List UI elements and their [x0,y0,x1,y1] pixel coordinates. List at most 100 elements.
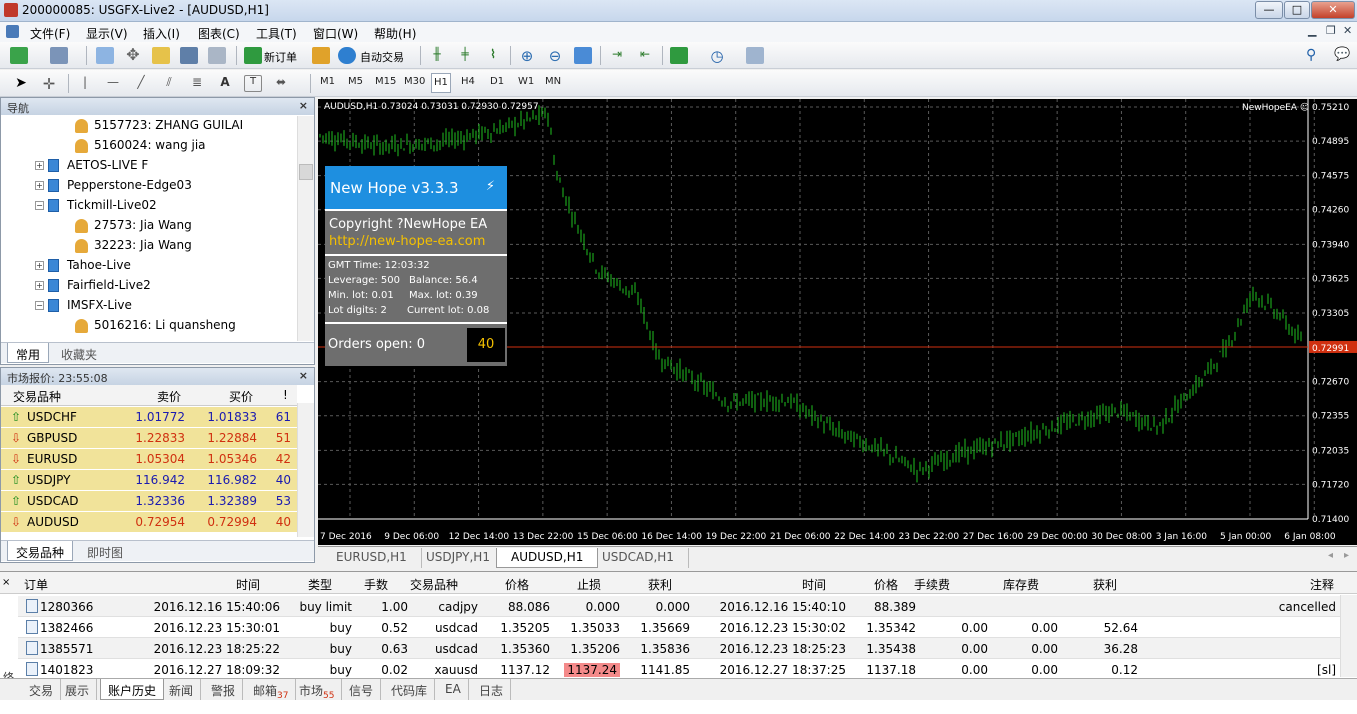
close-icon[interactable]: × [299,369,308,382]
nav-server-item[interactable]: + Pepperstone-Edge03 [35,175,192,195]
text-label-icon[interactable]: T [244,75,262,92]
quote-row[interactable]: ⇧ USDCAD 1.32336 1.32389 53 [1,491,297,512]
col-symbol[interactable]: 交易品种 [410,576,458,593]
close-icon[interactable]: × [2,577,10,588]
mdi-close-icon[interactable]: ✕ [1343,24,1352,37]
col-tp[interactable]: 获利 [648,576,672,593]
terminal-tab[interactable]: EA [438,679,469,700]
tf-h4[interactable]: H4 [461,76,475,87]
menu-tools[interactable]: 工具(T) [256,25,297,42]
menu-window[interactable]: 窗口(W) [313,25,358,42]
nav-account-item[interactable]: 5157723: ZHANG GUILAI [75,115,243,135]
mdi-min-icon[interactable]: ▁ [1308,24,1316,37]
auto-trading-icon[interactable] [338,47,356,64]
text-icon[interactable]: A [216,75,234,92]
col-profit[interactable]: 获利 [1093,576,1117,593]
history-row[interactable]: 1382466 2016.12.23 15:30:01 buy 0.52 usdcad 1… [18,617,1340,638]
nav-server-item[interactable]: + Fairfield-Live2 [35,275,151,295]
tf-m5[interactable]: M5 [348,76,363,87]
horizontal-line-icon[interactable]: — [104,75,122,92]
chart-tab-eurusd[interactable]: EURUSD,H1 [322,548,422,568]
collapse-icon[interactable]: − [35,301,44,310]
zoom-out-icon[interactable]: ⊖ [546,47,564,65]
col-open-time[interactable]: 时间 [236,576,260,593]
nav-server-item[interactable]: + AETOS-LIVE F [35,155,148,175]
navigator-scrollbar[interactable] [297,116,314,341]
maximize-button[interactable]: □ [1284,1,1310,19]
nav-server-item[interactable]: + Tahoe-Live [35,255,131,275]
expand-icon[interactable]: + [35,281,44,290]
search-icon[interactable]: ⚲ [1306,47,1316,63]
col-order[interactable]: 订单 [24,576,48,593]
navigator-icon[interactable] [152,47,170,64]
crosshair-icon[interactable]: ✛ [40,75,58,93]
terminal-tab[interactable]: 代码库 [384,679,436,700]
tester-icon[interactable] [208,47,226,64]
expand-icon[interactable]: + [35,181,44,190]
col-symbol[interactable]: 交易品种 [13,388,61,405]
terminal-tab[interactable]: 警报 [204,679,244,700]
nav-account-item[interactable]: 27573: Jia Wang [75,215,192,235]
tf-m30[interactable]: M30 [404,76,425,87]
chart-tab-usdcad[interactable]: USDCAD,H1 [588,548,689,568]
ea-url-link[interactable]: http://new-hope-ea.com [329,234,485,249]
menu-help[interactable]: 帮助(H) [374,25,416,42]
history-row[interactable]: 1401823 2016.12.27 18:09:32 buy 0.02 xauusd 1… [18,659,1340,680]
auto-trading-button[interactable]: 自动交易 [360,49,404,65]
menu-charts[interactable]: 图表(C) [198,25,240,42]
fibonacci-icon[interactable]: ≣ [188,75,206,92]
tile-windows-icon[interactable] [574,47,592,64]
terminal-tab[interactable]: 交易 [22,679,62,700]
close-button[interactable]: ✕ [1311,1,1355,19]
menu-file[interactable]: 文件(F) [30,25,70,42]
tabs-scroll-right-icon[interactable]: ▸ [1344,550,1349,561]
tab-tick-chart[interactable]: 即时图 [79,541,131,561]
history-row[interactable]: 1280366 2016.12.16 15:40:06 buy limit 1.00 c… [18,596,1340,617]
data-window-icon[interactable]: ✥ [124,47,142,64]
cursor-icon[interactable]: ➤ [12,75,30,92]
quote-row[interactable]: ⇩ AUDUSD 0.72954 0.72994 40 [1,512,297,533]
expand-icon[interactable]: + [35,261,44,270]
col-comment[interactable]: 注释 [1310,576,1334,593]
expand-icon[interactable]: + [35,161,44,170]
history-row[interactable]: 1385571 2016.12.23 18:25:22 buy 0.63 usdcad 1… [18,638,1340,659]
terminal-tab[interactable]: 账户历史 [100,679,165,700]
tf-h1[interactable]: H1 [431,73,451,93]
col-close-price[interactable]: 价格 [874,576,898,593]
close-icon[interactable]: × [299,99,308,112]
chat-icon[interactable]: 💬 [1334,47,1350,62]
arrows-icon[interactable]: ⬌ [272,75,290,92]
terminal-tab[interactable]: 市场55 [292,679,343,701]
nav-account-item[interactable]: 5016216: Li quansheng [75,315,236,335]
tab-symbols[interactable]: 交易品种 [7,541,74,561]
chart-tab-usdjpy[interactable]: USDJPY,H1 [412,548,505,568]
terminal-tab[interactable]: 邮箱37 [246,679,297,701]
nav-account-item[interactable]: 5160024: wang jia [75,135,206,155]
trendline-icon[interactable]: ╱ [132,75,150,92]
market-watch-icon[interactable] [96,47,114,64]
col-swap[interactable]: 库存费 [1003,576,1039,593]
quote-row[interactable]: ⇩ GBPUSD 1.22833 1.22884 51 [1,428,297,449]
new-chart-icon[interactable] [10,47,28,64]
chart-shift-icon[interactable]: ⇥ [608,47,626,64]
nav-account-item[interactable]: 32223: Jia Wang [75,235,192,255]
new-order-icon[interactable] [244,47,262,64]
tf-m1[interactable]: M1 [320,76,335,87]
collapse-icon[interactable]: − [35,201,44,210]
quote-row[interactable]: ⇧ USDJPY 116.942 116.982 40 [1,470,297,491]
terminal-tab[interactable]: 新闻 [162,679,202,700]
tabs-scroll-left-icon[interactable]: ◂ [1328,550,1333,561]
col-open-price[interactable]: 价格 [505,576,529,593]
col-commission[interactable]: 手续费 [914,576,950,593]
mdi-restore-icon[interactable]: ❐ [1326,24,1336,37]
chart-tab-audusd[interactable]: AUDUSD,H1 [496,548,599,568]
tf-m15[interactable]: M15 [375,76,396,87]
menu-insert[interactable]: 插入(I) [143,25,180,42]
col-bid[interactable]: 卖价 [157,388,181,405]
col-ask[interactable]: 买价 [229,388,253,405]
terminal-tab[interactable]: 展示 [58,679,98,700]
terminal-tab[interactable]: 信号 [342,679,382,700]
terminal-tab[interactable]: 日志 [472,679,512,700]
tab-favorites[interactable]: 收藏夹 [53,343,105,363]
indicators-icon[interactable] [670,47,688,64]
